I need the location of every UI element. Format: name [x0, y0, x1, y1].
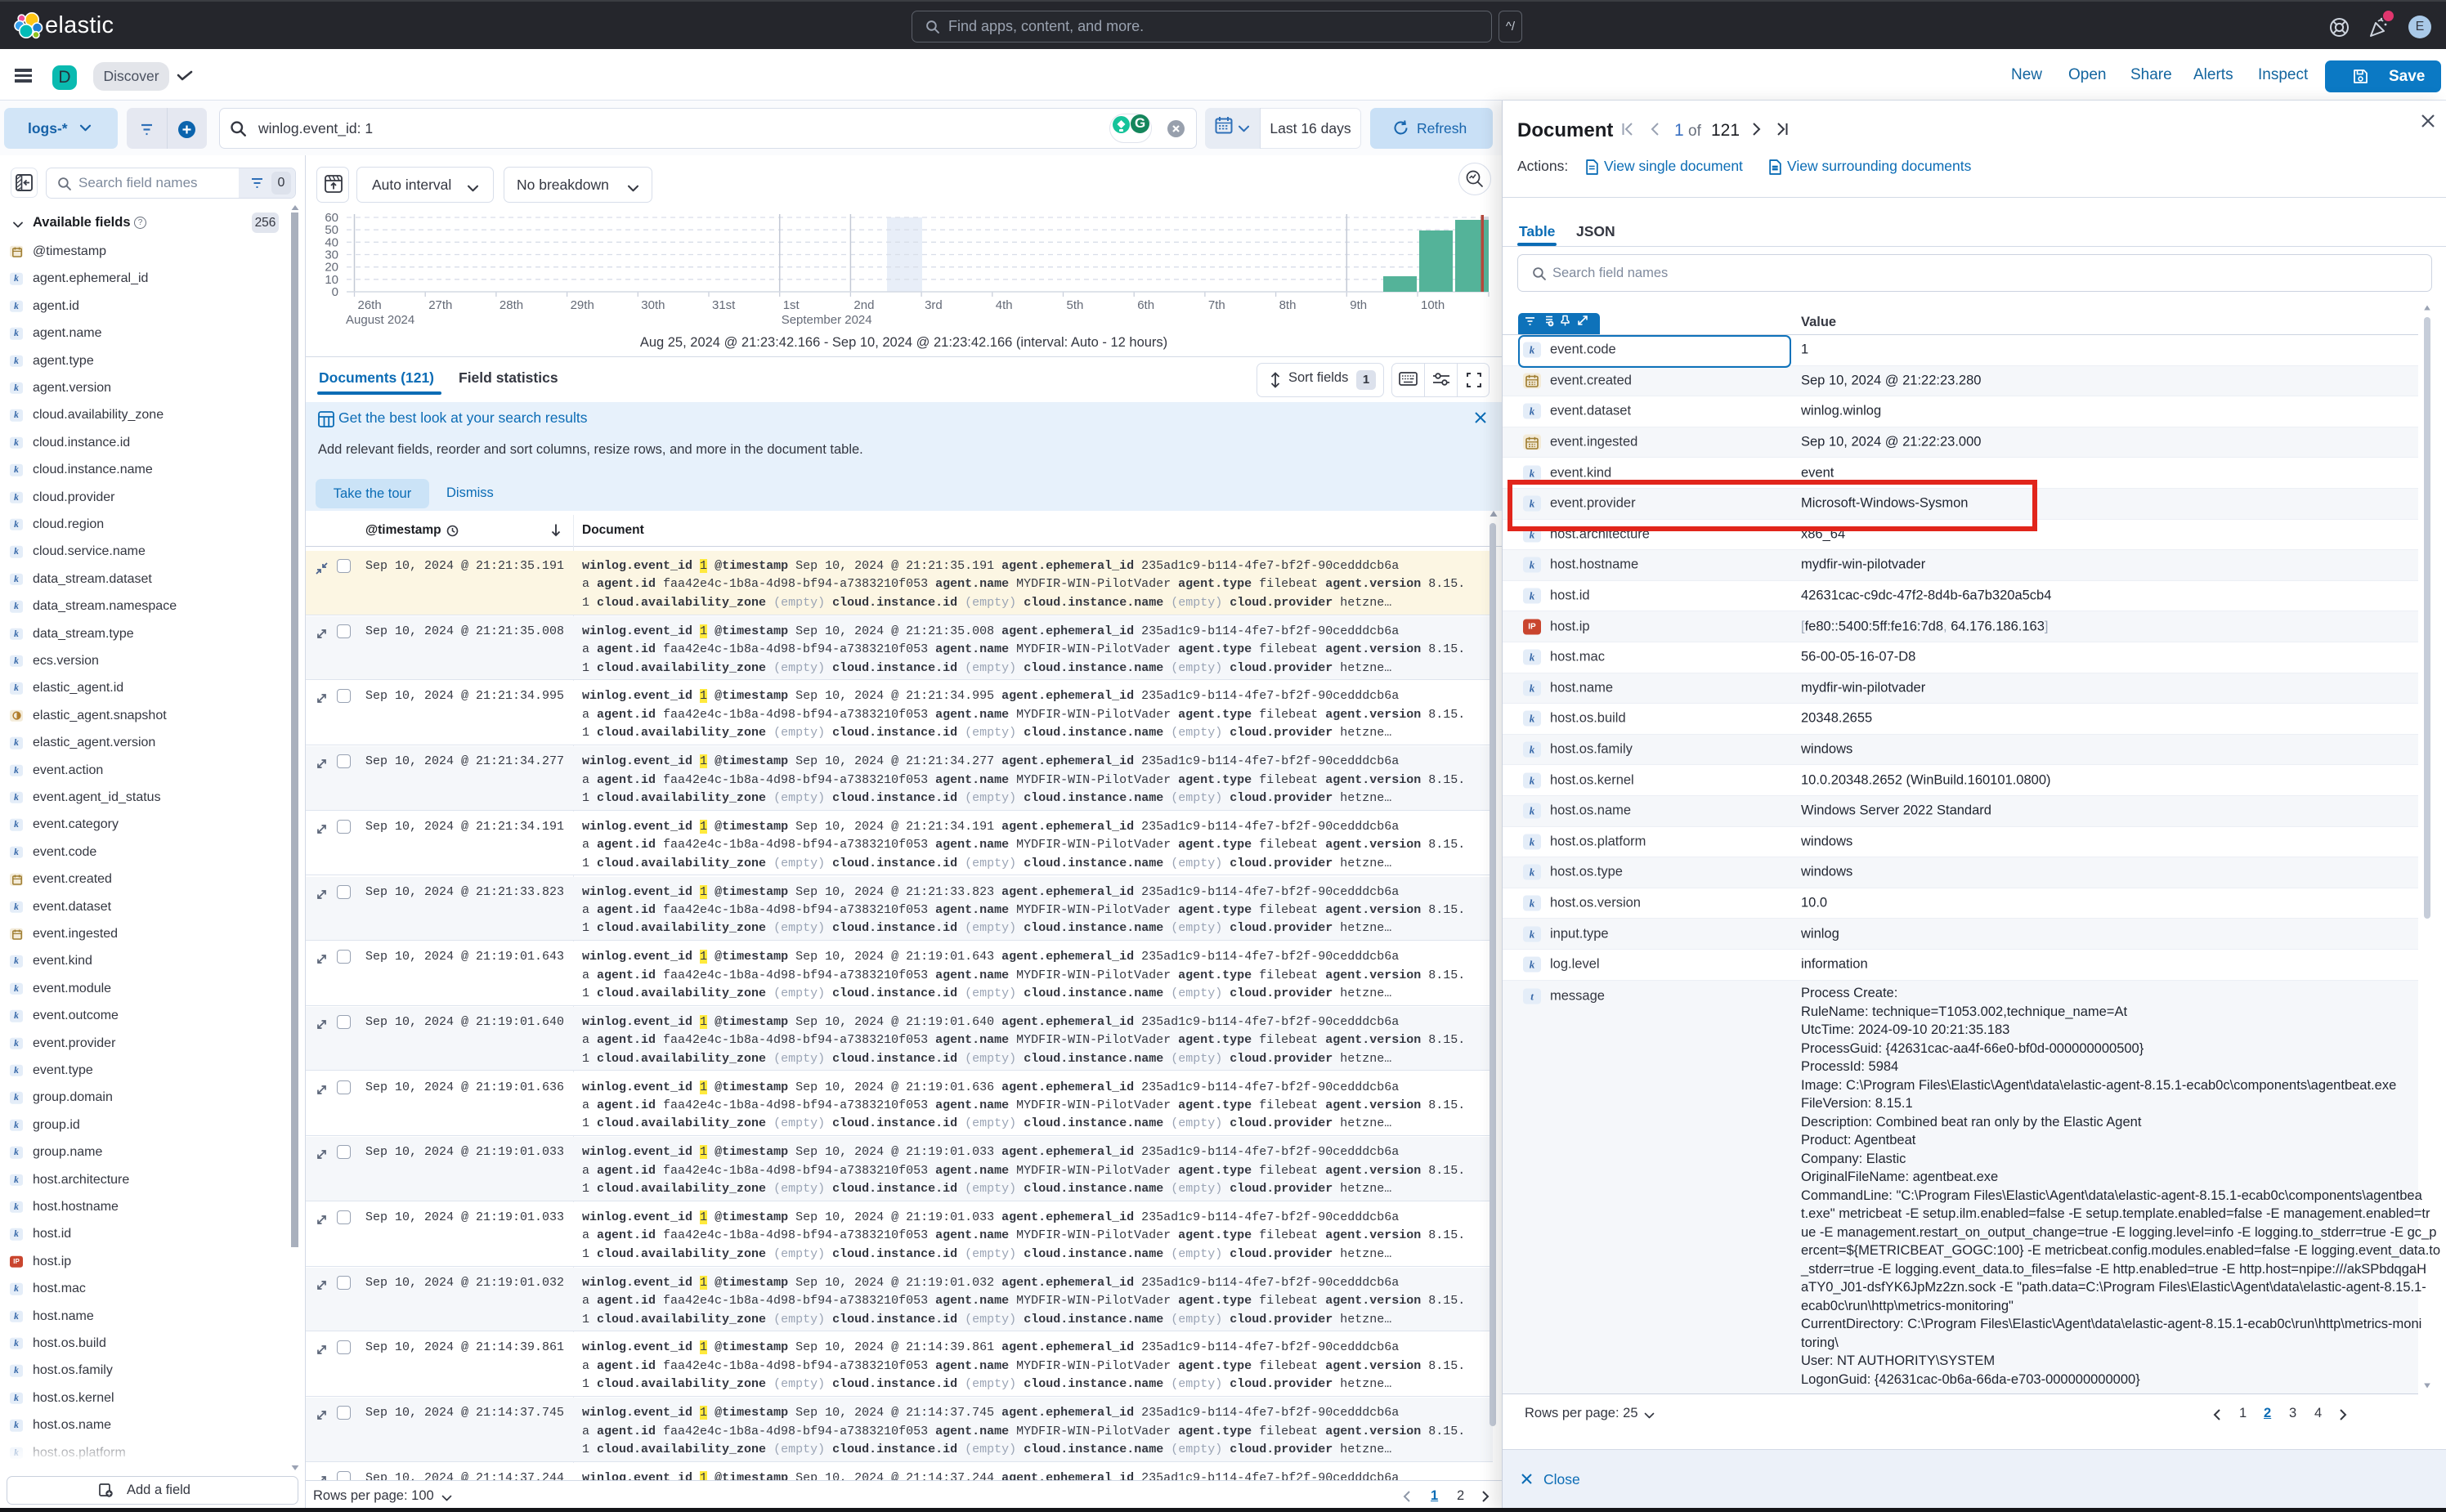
svg-text:1st: 1st — [783, 298, 800, 312]
svg-text:2nd: 2nd — [853, 298, 874, 312]
svg-text:40: 40 — [325, 235, 338, 249]
svg-text:20: 20 — [325, 261, 338, 275]
svg-text:10: 10 — [325, 273, 338, 287]
svg-text:August 2024: August 2024 — [346, 313, 414, 327]
svg-text:28th: 28th — [500, 298, 523, 312]
svg-text:50: 50 — [325, 223, 338, 237]
svg-text:26th: 26th — [358, 298, 382, 312]
svg-text:September 2024: September 2024 — [782, 313, 872, 327]
svg-text:29th: 29th — [571, 298, 594, 312]
svg-text:60: 60 — [325, 211, 338, 225]
svg-text:8th: 8th — [1279, 298, 1297, 312]
svg-text:27th: 27th — [428, 298, 452, 312]
svg-text:31st: 31st — [712, 298, 736, 312]
svg-text:0: 0 — [332, 285, 338, 299]
svg-text:9th: 9th — [1350, 298, 1367, 312]
svg-text:6th: 6th — [1137, 298, 1154, 312]
svg-text:3rd: 3rd — [925, 298, 943, 312]
svg-text:10th: 10th — [1421, 298, 1445, 312]
svg-text:30th: 30th — [641, 298, 665, 312]
svg-text:7th: 7th — [1208, 298, 1225, 312]
svg-text:30: 30 — [325, 248, 338, 262]
svg-text:5th: 5th — [1067, 298, 1084, 312]
svg-text:4th: 4th — [996, 298, 1013, 312]
